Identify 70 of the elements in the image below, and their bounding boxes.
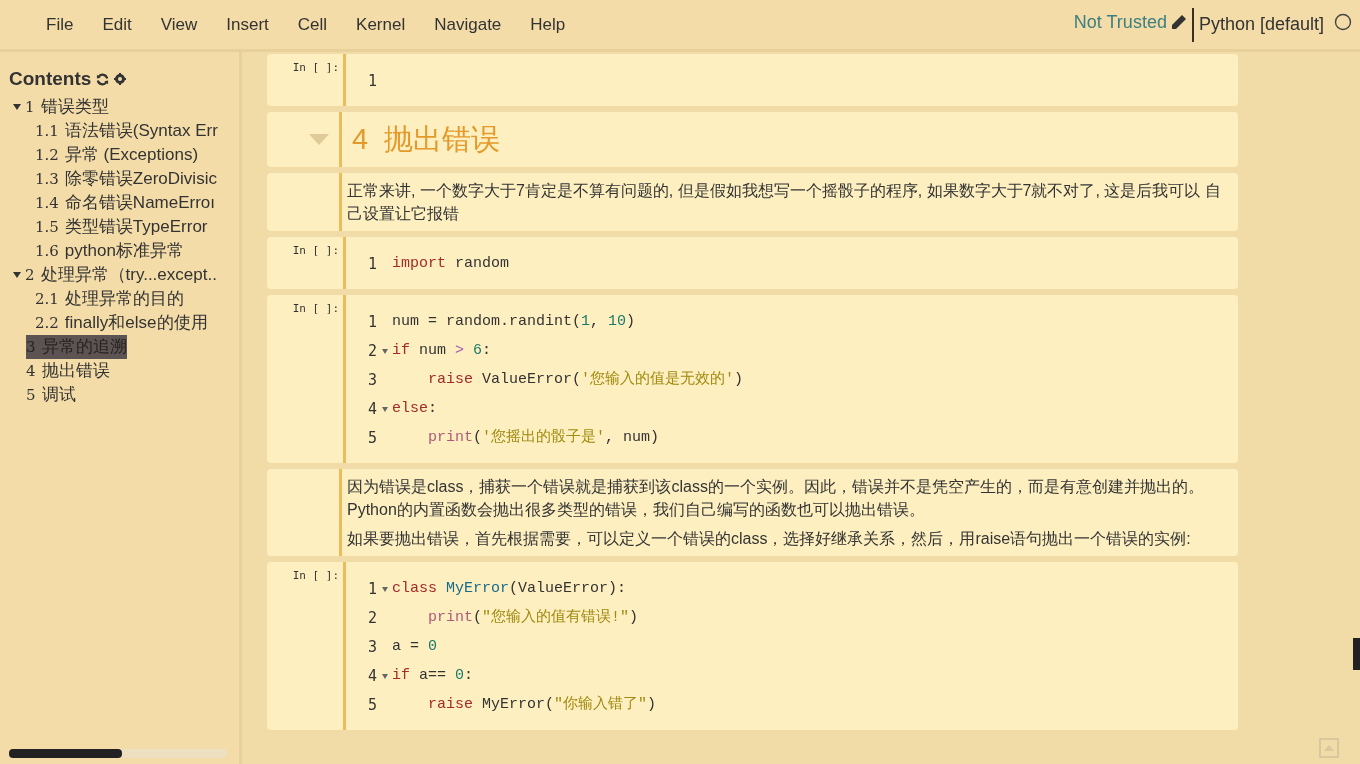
fold-arrow-icon[interactable]: [382, 674, 388, 679]
line-number: 1: [368, 312, 378, 334]
markdown-cell[interactable]: 正常来讲, 一个数字大于7肯定是不算有问题的, 但是假如我想写一个摇骰子的程序, 如果数字大于7就不对了, 这是后我可以 自己设置让它报错: [267, 173, 1238, 231]
paragraph: 因为错误是class，捕获一个错误就是捕获到该class的一个实例。因此，错误并不是凭空产生的，而是有意创建并抛出的。Python的内置函数会抛出很多类型的错误，我们自己编写的函数也可以抛出错误。: [347, 477, 1205, 520]
fold-arrow-icon[interactable]: [382, 407, 388, 412]
line-number: 2: [368, 341, 378, 363]
settings-icon[interactable]: [114, 73, 127, 86]
code-line: if a== 0:: [392, 666, 474, 687]
trust-indicator[interactable]: Not Trusted: [1073, 8, 1187, 36]
line-number: 5: [368, 695, 378, 717]
code-line: import random: [392, 254, 510, 275]
input-prompt: In [ ]:: [292, 301, 339, 317]
pencil-icon: [1170, 14, 1187, 30]
line-number: 1: [368, 71, 378, 93]
input-prompt: In [ ]:: [292, 243, 339, 259]
line-number: 3: [368, 370, 378, 392]
code-line: if num > 6:: [392, 341, 492, 362]
code-cell[interactable]: In [ ]: 1: [267, 54, 1238, 106]
toc-link[interactable]: 2.2 finally和else的使用: [35, 310, 208, 335]
toc-link[interactable]: 1.6 python标准异常: [35, 238, 184, 263]
menu-item[interactable]: Cell: [284, 7, 341, 42]
menu-item[interactable]: Navigate: [421, 7, 515, 42]
toc-link[interactable]: 1 错误类型: [25, 94, 109, 119]
paragraph: 正常来讲, 一个数字大于7肯定是不算有问题的, 但是假如我想写一个摇骰子的程序, 如果数字大于7就不对了, 这是后我可以 自己设置让它报错: [347, 181, 1222, 224]
refresh-icon[interactable]: [96, 72, 110, 86]
caret-icon[interactable]: [13, 271, 21, 278]
code-cell[interactable]: In [ ]: 1 class MyError(ValueError): 2 print("您输入的值有错误!") 3 a = 0 4 if a== 0: 5 raise MyError("你输入错了"): [267, 562, 1238, 730]
menu-item[interactable]: Insert: [213, 7, 282, 42]
menu-item[interactable]: Edit: [89, 7, 145, 42]
code-line: num = random.randint(1, 10): [392, 312, 636, 333]
line-number: 1: [368, 579, 378, 601]
code-line: print("您输入的值有错误!"): [428, 607, 639, 629]
toc-link[interactable]: 1.5 类型错误TypeError: [35, 214, 208, 239]
section-heading: 4 抛出错误: [352, 121, 501, 157]
code-line: class MyError(ValueError):: [392, 579, 627, 600]
toc-link[interactable]: 1.2 异常 (Exceptions): [35, 142, 199, 167]
line-number: 2: [368, 608, 378, 630]
caret-icon[interactable]: [13, 103, 21, 110]
code-line: a = 0: [392, 637, 438, 658]
scrollbar-thumb: [1353, 638, 1360, 670]
code-line: raise MyError("你输入错了"): [428, 694, 657, 716]
toc-link[interactable]: 2 处理异常（try...except..: [25, 262, 217, 287]
menu-item[interactable]: File: [33, 7, 87, 42]
paragraph: 如果要抛出错误，首先根据需要，可以定义一个错误的class，选择好继承关系，然后，用raise语句抛出一个错误的实例:: [347, 529, 1192, 549]
toc-link[interactable]: 1.1 语法错误(Syntax Err: [35, 118, 218, 143]
input-prompt: In [ ]:: [292, 568, 339, 584]
line-number: 4: [368, 666, 378, 688]
code-line: raise ValueError('您输入的值是无效的'): [428, 369, 744, 391]
code-cell[interactable]: In [ ]: 1 import random: [267, 237, 1238, 289]
toc-link[interactable]: 1.4 命名错误NameErroı: [35, 190, 216, 215]
toc-link[interactable]: 2.1 处理异常的目的: [35, 286, 184, 311]
markdown-cell[interactable]: 因为错误是class，捕获一个错误就是捕获到该class的一个实例。因此，错误并不是凭空产生的，而是有意创建并抛出的。Python的内置函数会抛出很多类型的错误，我们自己编写的函数也可以抛出错误。 如果要抛出错误，首先根据需要，可以定义一个错误的class，选择好继承关系，然后，用raise语句抛出一个错误的实例:: [267, 469, 1238, 556]
kernel-name: Python [default]: [1198, 13, 1324, 36]
menu-item[interactable]: Kernel: [343, 7, 419, 42]
toc-title: Contents: [9, 67, 92, 91]
toc-link[interactable]: 4 抛出错误: [26, 358, 110, 383]
toc-link[interactable]: 5 调试: [26, 382, 76, 407]
code-cell[interactable]: In [ ]: 1 num = random.randint(1, 10) 2 if num > 6: 3 raise ValueError('您输入的值是无效的') 4 else: 5 print('您摇出的骰子是', num): [267, 295, 1238, 463]
fold-arrow-icon[interactable]: [382, 587, 388, 592]
line-number: 4: [368, 399, 378, 421]
line-number: 5: [368, 428, 378, 450]
line-number: 1: [368, 254, 378, 276]
toc-link[interactable]: 1.3 除零错误ZeroDivisic: [35, 166, 217, 191]
code-line: print('您摇出的骰子是', num): [428, 427, 660, 449]
menu-item[interactable]: View: [147, 7, 211, 42]
input-prompt: In [ ]:: [292, 60, 339, 76]
fold-arrow-icon[interactable]: [382, 349, 388, 354]
code-line: else:: [392, 399, 438, 420]
menu-item[interactable]: Help: [517, 7, 579, 42]
line-number: 3: [368, 637, 378, 659]
